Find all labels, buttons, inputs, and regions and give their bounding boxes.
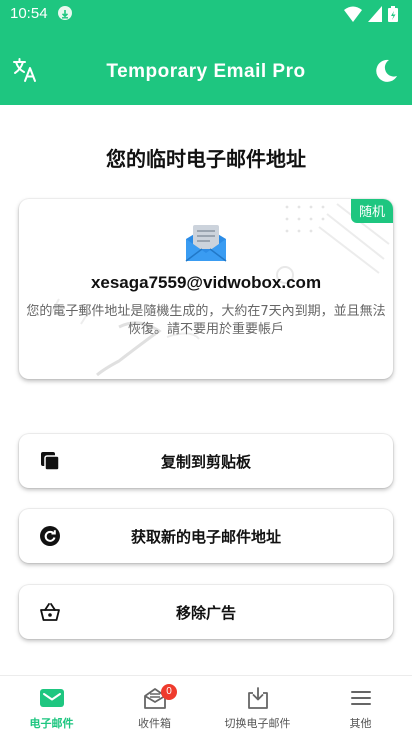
- nav-label-email: 电子邮件: [29, 717, 74, 730]
- email-expiry-note: 您的電子郵件地址是隨機生成的，大約在7天內到期，並且無法恢復。請不要用於重要帳戶: [26, 304, 386, 337]
- nav-item-email[interactable]: 电子邮件: [0, 676, 103, 732]
- status-time: 10:54: [10, 5, 48, 22]
- bottom-navigation: 电子邮件 0 收件箱 切换电子邮件 其他: [0, 675, 412, 732]
- app-bar: Temporary Email Pro: [0, 29, 412, 105]
- email-card: 随机 xesaga7559@vidwobox.com 您的電子郵件地址是隨機生成…: [19, 199, 393, 379]
- page-heading: 您的临时电子邮件地址: [106, 147, 306, 171]
- copy-button-label: 复制到剪贴板: [160, 453, 251, 471]
- copy-to-clipboard-button[interactable]: 复制到剪贴板: [19, 434, 393, 488]
- nav-label-inbox: 收件箱: [138, 717, 171, 730]
- status-icons: [344, 6, 398, 22]
- nav-label-other: 其他: [349, 717, 372, 730]
- download-icon: [247, 687, 268, 709]
- download-notification-icon: [58, 6, 72, 20]
- wifi-icon: [344, 6, 362, 22]
- open-envelope-icon: [185, 225, 227, 262]
- dark-mode-toggle[interactable]: [372, 57, 400, 85]
- status-bar: 10:54: [0, 0, 412, 29]
- get-new-email-button[interactable]: 获取新的电子邮件地址: [19, 509, 393, 563]
- email-address[interactable]: xesaga7559@vidwobox.com: [19, 273, 393, 293]
- battery-icon: [388, 6, 398, 22]
- new-email-button-label: 获取新的电子邮件地址: [130, 528, 281, 546]
- remove-ads-button-label: 移除广告: [175, 604, 236, 622]
- nav-item-inbox[interactable]: 0 收件箱: [103, 676, 206, 732]
- nav-item-other[interactable]: 其他: [309, 676, 412, 732]
- moon-icon: [376, 59, 397, 82]
- remove-ads-button[interactable]: 移除广告: [19, 585, 393, 639]
- signal-icon: [368, 6, 382, 22]
- menu-icon: [350, 691, 371, 705]
- app-title: Temporary Email Pro: [106, 61, 306, 82]
- inbox-unread-badge: 0: [161, 684, 177, 700]
- nav-label-switch-email: 切换电子邮件: [224, 717, 291, 730]
- mail-icon: [39, 689, 64, 707]
- random-badge: 随机: [350, 199, 393, 223]
- nav-item-switch-email[interactable]: 切换电子邮件: [206, 676, 309, 732]
